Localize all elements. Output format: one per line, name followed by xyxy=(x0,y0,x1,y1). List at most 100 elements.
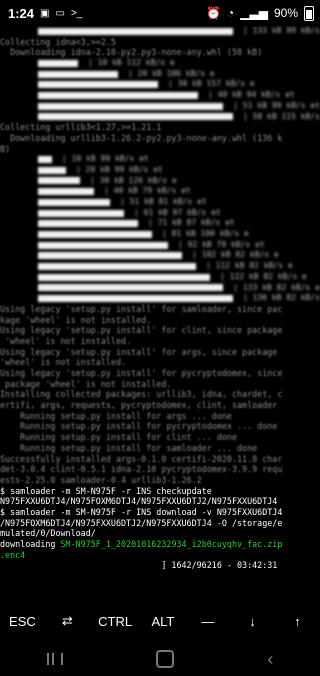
output-line: 'wheel' is not installed. xyxy=(0,357,320,368)
line-text: Collecting urllib3<1.27,>=1.21.1 xyxy=(0,122,162,133)
back-icon[interactable]: ‹ xyxy=(267,649,273,670)
tab-key[interactable]: ⇄ xyxy=(49,607,85,635)
progress-text: | 133 kB 82 kB/s e xyxy=(233,282,320,292)
progress-bar-line: | 10 kB 112 kB/s e xyxy=(0,58,320,69)
terminal-output[interactable]: | 133 kB 99 kB/s Collecting idna<3,>=2.5 … xyxy=(0,26,320,598)
line-text: .enc4 xyxy=(0,549,26,560)
down-arrow-key[interactable]: ↓ xyxy=(235,608,271,635)
progress-bar-line: | 20 kB 99 kB/s et xyxy=(0,165,320,176)
progress-bar-line: | 136 kB 82 kB/s xyxy=(0,293,320,304)
progress-bar-line: | 10 kB 99 kB/s et xyxy=(0,154,320,165)
progress-bar xyxy=(38,102,224,110)
progress-text: | 71 kB 87 kB/s et xyxy=(148,218,235,228)
line-text: downloading xyxy=(0,539,61,549)
battery-icon xyxy=(304,5,314,21)
progress-text: | 40 kB 79 kB/s et xyxy=(104,186,191,196)
recents-icon[interactable] xyxy=(46,653,63,665)
progress-bar xyxy=(38,273,210,281)
line-text: det-3.0.4 clint-0.5.1 idna-2.10 pycrypto… xyxy=(0,464,283,475)
progress-bar-line: | 51 kB 99 kB/s et xyxy=(0,101,320,112)
output-line: Collecting urllib3<1.27,>=1.21.1 xyxy=(0,122,320,133)
progress-text: | 133 kB 99 kB/s xyxy=(242,26,320,35)
progress-text: | 81 kB 100 kB/s e xyxy=(162,229,249,239)
output-line: kage 'wheel' is not installed. xyxy=(0,315,320,326)
line-text: package 'wheel' is not installed. xyxy=(0,378,172,389)
progress-bar xyxy=(38,230,152,238)
line-text: mulated/0/Download/ xyxy=(0,528,96,539)
progress-bar xyxy=(38,59,78,67)
progress-text: | 102 kB 82 kB/s e xyxy=(192,250,279,260)
line-text: 'wheel' is not installed. xyxy=(0,357,127,368)
battery-percent: 90% xyxy=(273,6,298,20)
progress-bar xyxy=(38,220,138,228)
output-line: Downloading idna-2.10-py2.py3-none-any.w… xyxy=(0,47,320,58)
progress-bar-line: | 122 kB 82 kB/s e xyxy=(0,272,320,283)
output-line: package 'wheel' is not installed. xyxy=(0,379,320,390)
line-text: Using legacy 'setup.py install' for saml… xyxy=(0,303,283,314)
progress-bar xyxy=(38,295,233,303)
progress-text: | 10 kB 99 kB/s et xyxy=(62,154,149,164)
extra-keys-bar: ESC ⇄ CTRL ALT — ↓ ↑ xyxy=(0,600,320,642)
progress-text: | 40 kB 94 kB/s et xyxy=(208,90,295,100)
progress-bar-line: | 58 kB 115 kB/s xyxy=(0,112,320,123)
output-line: Running setup.py install for args ... do… xyxy=(0,411,320,422)
output-line: ertifi, args, requests, pycryptodomex, c… xyxy=(0,400,320,411)
alt-key[interactable]: ALT xyxy=(145,608,181,635)
output-line: Using legacy 'setup.py install' for saml… xyxy=(0,304,320,315)
progress-text: | 10 kB 112 kB/s e xyxy=(88,58,175,68)
line-text: ertifi, args, requests, pycryptodomex, c… xyxy=(0,400,278,411)
line-text: $ samloader -m SM-N975F -r INS download … xyxy=(0,506,283,517)
line-text: 'wheel' is not installed. xyxy=(0,335,132,346)
progress-bar-line: | 81 kB 100 kB/s e xyxy=(0,229,320,240)
progress-bar xyxy=(38,166,66,174)
line-text: Collecting idna<3,>=2.5 xyxy=(0,36,116,47)
progress-bar xyxy=(38,91,198,99)
home-icon[interactable] xyxy=(155,650,174,668)
progress-bar xyxy=(38,113,233,121)
line-text: Using legacy 'setup.py install' for args… xyxy=(0,346,278,357)
status-time: 1:24 xyxy=(8,5,35,21)
output-line: Installing collected packages: urllib3, … xyxy=(0,389,320,400)
output-line: N975FXXU6DTJ4/N975FOXM6DTJ4/N975FXXU6DTJ… xyxy=(0,496,320,507)
ctrl-key[interactable]: CTRL xyxy=(94,608,136,635)
progress-text: | 58 kB 115 kB/s xyxy=(242,111,320,121)
output-line: Running setup.py install for samloader .… xyxy=(0,443,320,454)
navigation-bar: ‹ xyxy=(0,642,320,676)
line-text: $ samloader -m SM-N975F -r INS checkupda… xyxy=(0,485,212,496)
dash-key[interactable]: — xyxy=(190,608,226,635)
command-line: mulated/0/Download/ xyxy=(0,528,320,539)
progress-text: | 136 kB 82 kB/s xyxy=(242,293,320,303)
line-text: N975FXXU6DTJ4/N975FOXM6DTJ4/N975FXXU6DTJ… xyxy=(0,496,278,507)
progress-bar xyxy=(38,81,158,89)
line-text: Successfully installed args-0.1.0 certif… xyxy=(0,453,283,464)
progress-bar-line: | 71 kB 87 kB/s et xyxy=(0,218,320,229)
output-line: downloading SM-N975F_1_20201016232934_i2… xyxy=(0,539,320,550)
progress-bar-line: | 92 kB 79 kB/s et xyxy=(0,240,320,251)
output-line: .enc4 xyxy=(0,550,320,561)
output-line: Running setup.py install for pycryptodom… xyxy=(0,421,320,432)
line-text: Using legacy 'setup.py install' for pycr… xyxy=(0,368,283,378)
progress-bar-line: | 30 kB 157 kB/s e xyxy=(0,79,320,90)
progress-bar-line: | 112 kB 82 kB/s e xyxy=(0,261,320,272)
up-arrow-key[interactable]: ↑ xyxy=(280,608,316,635)
progress-bar xyxy=(38,188,94,196)
alarm-icon: ⏰ xyxy=(206,6,222,20)
line-text: B) xyxy=(0,143,11,154)
progress-bar-line: | 102 kB 82 kB/s e xyxy=(0,250,320,261)
output-line: Using legacy 'setup.py install' for clin… xyxy=(0,325,320,336)
progress-bar-line: | 61 kB 97 kB/s et xyxy=(0,208,320,219)
progress-bar-line: | 30 kB 126 kB/s e xyxy=(0,176,320,187)
line-text: ] 1642/96216 - 03:42:31 xyxy=(0,560,278,571)
status-bar: 1:24 ▣ ▭ >_ ⏰ ◔ ▁▃▅ 90% xyxy=(0,0,320,26)
line-text: Running setup.py install for clint ... d… xyxy=(0,432,237,443)
line-text: Running setup.py install for args ... do… xyxy=(0,410,232,421)
esc-key[interactable]: ESC xyxy=(4,608,40,635)
gallery-icon: ▭ xyxy=(55,7,65,19)
progress-bar xyxy=(38,252,182,260)
progress-bar xyxy=(38,262,196,270)
progress-bar xyxy=(38,284,224,292)
progress-bar-line: | 51 kB 81 kB/s et xyxy=(0,197,320,208)
line-text: Using legacy 'setup.py install' for clin… xyxy=(0,325,283,336)
line-text: Running setup.py install for pycryptodom… xyxy=(0,421,278,432)
progress-text: | 51 kB 99 kB/s et xyxy=(233,100,320,110)
